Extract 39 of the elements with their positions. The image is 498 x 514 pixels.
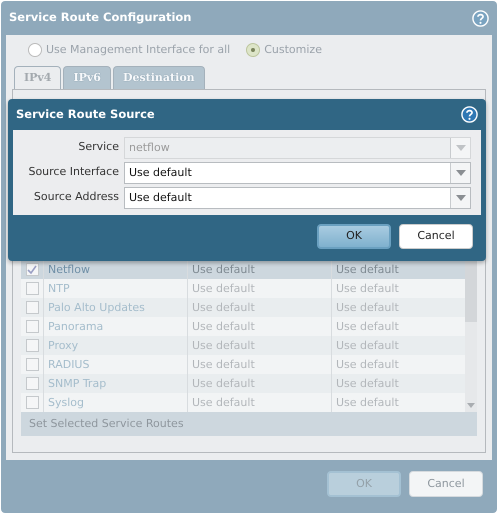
dropdown-field[interactable]: Use default: [124, 162, 471, 184]
tab[interactable]: Destination: [112, 66, 205, 89]
field-label: Service: [77, 139, 120, 156]
dropdown-caret-icon: [456, 144, 466, 150]
checkbox[interactable]: [26, 358, 38, 371]
checkbox[interactable]: [26, 282, 38, 295]
checkbox[interactable]: [26, 377, 38, 390]
modal-button[interactable]: Cancel: [399, 224, 473, 249]
toolbar-action[interactable]: Set Selected Service Routes: [21, 412, 477, 436]
table-row[interactable]: Syslog Use default Use default: [21, 393, 465, 412]
checkbox[interactable]: [26, 339, 38, 352]
field-label: Source Address: [32, 189, 120, 206]
table-row[interactable]: Netflow Use default Use default: [21, 260, 465, 279]
radio-button[interactable]: [246, 43, 260, 58]
dropdown-field[interactable]: Use default: [124, 186, 471, 208]
dropdown-caret-icon: [456, 170, 466, 176]
field-label: Source Interface: [27, 164, 120, 180]
table-row[interactable]: RADIUS Use default Use default: [21, 355, 465, 374]
checkbox[interactable]: [26, 396, 38, 409]
modal-button[interactable]: OK: [317, 224, 391, 249]
dropdown-field: netflow: [124, 136, 471, 158]
tab[interactable]: IPv6: [63, 66, 111, 89]
radio-label: Use Management Interface for all: [46, 42, 230, 58]
table-row[interactable]: Panorama Use default Use default: [21, 317, 465, 336]
table-row[interactable]: NTP Use default Use default: [21, 279, 465, 298]
dialog-button[interactable]: Cancel: [409, 471, 483, 497]
checkbox[interactable]: [26, 301, 38, 314]
tab[interactable]: IPv4: [14, 66, 62, 89]
checkbox[interactable]: [26, 320, 38, 333]
radio-label: Customize: [264, 42, 322, 58]
checkbox[interactable]: [26, 263, 38, 276]
radio-button[interactable]: [28, 43, 42, 58]
modal-title: Service Route Source: [16, 106, 155, 123]
help-icon[interactable]: [472, 10, 489, 26]
scroll-down-icon[interactable]: [467, 403, 475, 408]
scrollbar[interactable]: [465, 260, 477, 412]
help-icon[interactable]: [461, 106, 478, 123]
dropdown-caret-icon: [456, 194, 466, 200]
dialog-title: Service Route Configuration: [9, 9, 192, 26]
